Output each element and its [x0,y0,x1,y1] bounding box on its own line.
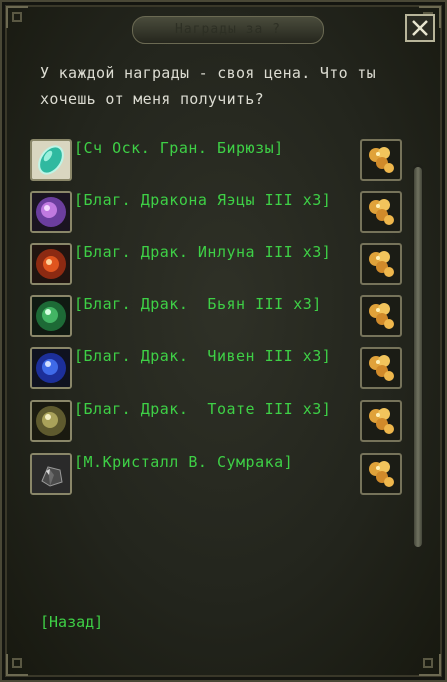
reward-row[interactable]: [Благ. Драк. Чивен III x3] [30,347,404,391]
back-link[interactable]: [Назад] [40,612,103,632]
gold-ore-icon [369,461,394,487]
scrollbar-thumb[interactable] [414,167,422,547]
corner-ornament [6,6,28,28]
reward-row[interactable]: [М.Кристалл В. Сумрака] [30,453,404,497]
crystal-icon[interactable] [30,453,72,495]
gold-ore-icon [369,147,394,173]
gold-ore-icon [369,408,394,434]
reward-link[interactable]: [Сч Оск. Гран. Бирюзы] [74,139,284,157]
reward-link[interactable]: [М.Кристалл В. Сумрака] [74,453,293,471]
prompt-line-2: хочешь от меня получить? [40,90,264,108]
exchange-button[interactable] [360,243,402,285]
window-title: Награды за ? [132,16,324,44]
reward-link[interactable]: [Благ. Драк. Инлуна III x3] [74,243,331,261]
close-icon [412,20,428,36]
reward-link[interactable]: [Благ. Драк. Тоате III x3] [74,400,331,418]
exchange-button[interactable] [360,347,402,389]
reward-row[interactable]: [Сч Оск. Гран. Бирюзы] [30,139,404,183]
close-button[interactable] [405,14,435,42]
red-orb-icon[interactable] [30,243,72,285]
prompt-line-1: У каждой награды - своя цена. Что ты [40,64,376,82]
reward-row[interactable]: [Благ. Дракона Яэцы III x3] [30,191,404,235]
gold-ore-icon [369,355,394,381]
exchange-button[interactable] [360,191,402,233]
reward-link[interactable]: [Благ. Дракона Яэцы III x3] [74,191,331,209]
blue-orb-icon[interactable] [30,347,72,389]
reward-row[interactable]: [Благ. Драк. Инлуна III x3] [30,243,404,287]
gold-ore-icon [369,199,394,225]
corner-ornament [419,654,441,676]
reward-link[interactable]: [Благ. Драк. Бьян III x3] [74,295,322,313]
corner-ornament [6,654,28,676]
exchange-button[interactable] [360,139,402,181]
npc-dialog-text: У каждой награды - своя цена. Что ты хоч… [40,60,420,112]
gold-orb-icon[interactable] [30,400,72,442]
exchange-button[interactable] [360,453,402,495]
reward-link[interactable]: [Благ. Драк. Чивен III x3] [74,347,331,365]
reward-row[interactable]: [Благ. Драк. Тоате III x3] [30,400,404,444]
green-orb-icon[interactable] [30,295,72,337]
purple-orb-icon[interactable] [30,191,72,233]
gold-ore-icon [369,251,394,277]
exchange-button[interactable] [360,295,402,337]
dialog-window: Награды за ? У каждой награды - своя цен… [0,0,447,682]
reward-row[interactable]: [Благ. Драк. Бьян III x3] [30,295,404,339]
gold-ore-icon [369,303,394,329]
turquoise-gem-icon[interactable] [30,139,72,181]
exchange-button[interactable] [360,400,402,442]
